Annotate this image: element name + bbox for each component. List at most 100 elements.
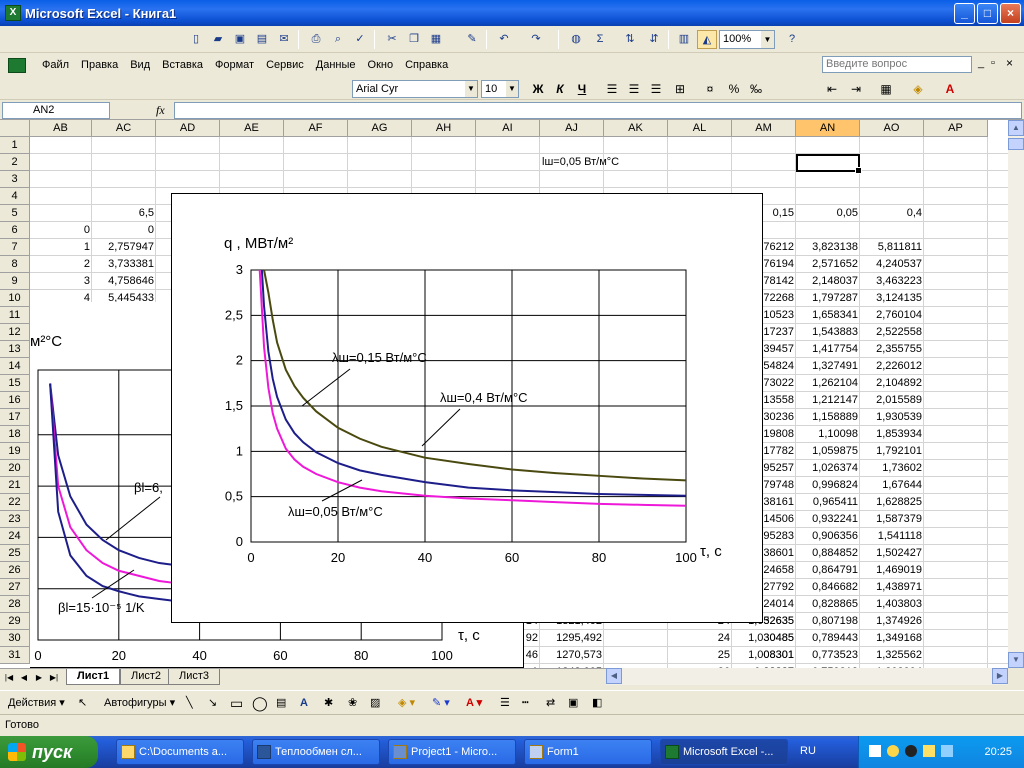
row-header[interactable]: 17	[0, 409, 30, 426]
column-header[interactable]: AO	[860, 120, 924, 137]
cell[interactable]: 2,104892	[860, 375, 924, 392]
scroll-right-icon[interactable]: ▶	[992, 668, 1008, 684]
print-icon[interactable]: ⎙	[306, 30, 326, 49]
cell[interactable]: 0,965411	[796, 494, 860, 511]
cell[interactable]: 0,807198	[796, 613, 860, 630]
cell[interactable]: 1,403803	[860, 596, 924, 613]
row-header[interactable]: 25	[0, 545, 30, 562]
row-header[interactable]: 15	[0, 375, 30, 392]
row-header[interactable]: 4	[0, 188, 30, 205]
cell[interactable]: 1,792101	[860, 443, 924, 460]
cell[interactable]: 2,148037	[796, 273, 860, 290]
row-header[interactable]: 21	[0, 477, 30, 494]
column-header[interactable]: AN	[796, 120, 860, 137]
bold-button[interactable]: Ж	[528, 80, 548, 98]
cell[interactable]: 25	[668, 647, 732, 664]
row-header[interactable]: 11	[0, 307, 30, 324]
cell[interactable]: 0,789443	[796, 630, 860, 647]
row-header[interactable]: 23	[0, 511, 30, 528]
cell[interactable]: 3,823138	[796, 239, 860, 256]
row-header[interactable]: 30	[0, 630, 30, 647]
doc-close-button[interactable]: ×	[1006, 56, 1013, 70]
vertical-scrollbar[interactable]: ▲ ▼	[1008, 120, 1024, 668]
maximize-button[interactable]: □	[977, 3, 998, 24]
sort-descending-icon[interactable]: ⇵	[644, 30, 664, 49]
row-header[interactable]: 1	[0, 137, 30, 154]
dash-style-icon[interactable]: ┅	[522, 695, 529, 712]
cell[interactable]: 1,541118	[860, 528, 924, 545]
cell[interactable]: 1,438971	[860, 579, 924, 596]
select-objects-icon[interactable]: ↖	[78, 695, 87, 712]
column-header[interactable]: AF	[284, 120, 348, 137]
cell[interactable]: 0	[92, 222, 156, 239]
workbook-icon[interactable]	[8, 57, 26, 73]
cell[interactable]: 1,158889	[796, 409, 860, 426]
doc-restore-button[interactable]: ▫	[991, 57, 995, 69]
task-excel[interactable]: Microsoft Excel -...	[660, 739, 788, 765]
row-header[interactable]: 16	[0, 392, 30, 409]
cell[interactable]: 0,932241	[796, 511, 860, 528]
scroll-left-icon[interactable]: ◀	[606, 668, 622, 684]
increase-indent-icon[interactable]: ⇥	[846, 80, 866, 98]
menu-tools[interactable]: Сервис	[260, 59, 310, 71]
vertical-scroll-thumb[interactable]	[1008, 138, 1024, 150]
menu-edit[interactable]: Правка	[75, 59, 124, 71]
sheet-tab-1[interactable]: Лист1	[66, 669, 121, 685]
row-header[interactable]: 13	[0, 341, 30, 358]
sheet-tab-2[interactable]: Лист2	[120, 669, 173, 685]
cell[interactable]: 1,026374	[796, 460, 860, 477]
formula-input[interactable]	[174, 102, 1022, 119]
select-all-corner[interactable]	[0, 120, 30, 137]
menu-data[interactable]: Данные	[310, 59, 362, 71]
row-header[interactable]: 8	[0, 256, 30, 273]
paste-icon[interactable]: ▦	[426, 30, 446, 49]
hyperlink-icon[interactable]: ◍	[566, 30, 586, 49]
open-icon[interactable]: ▰	[208, 30, 228, 49]
cell[interactable]: 2,015589	[860, 392, 924, 409]
column-header[interactable]: AC	[92, 120, 156, 137]
media-icon[interactable]	[905, 745, 917, 757]
line-color-icon[interactable]: ✎ ▾	[432, 695, 450, 712]
menu-window[interactable]: Окно	[362, 59, 400, 71]
autosum-icon[interactable]: Σ	[590, 30, 610, 49]
column-header[interactable]: AE	[220, 120, 284, 137]
row-header[interactable]: 12	[0, 324, 30, 341]
cell[interactable]: 1,587379	[860, 511, 924, 528]
row-header[interactable]: 2	[0, 154, 30, 171]
row-header[interactable]: 20	[0, 460, 30, 477]
cell-label[interactable]: lш=0,05 Вт/м°С	[542, 154, 672, 171]
currency-icon[interactable]: ¤	[700, 80, 720, 98]
row-header[interactable]: 3	[0, 171, 30, 188]
messenger-icon[interactable]	[887, 745, 899, 757]
drawing-toggle-icon[interactable]: ◭	[697, 30, 717, 49]
chart-heat-flux[interactable]: 0 20 40 60 80 100 0 0,5 1 1,5 2 2,5 3 q , МВт/м² τ, с λ…	[171, 193, 763, 623]
minimize-button[interactable]: _	[954, 3, 975, 24]
scroll-down-icon[interactable]: ▼	[1008, 652, 1024, 668]
column-header[interactable]: AH	[412, 120, 476, 137]
save-icon[interactable]: ▣	[230, 30, 250, 49]
cut-icon[interactable]: ✂	[382, 30, 402, 49]
network-icon[interactable]	[869, 745, 881, 757]
language-indicator[interactable]: RU	[800, 745, 816, 757]
sort-ascending-icon[interactable]: ⇅	[620, 30, 640, 49]
picture-icon[interactable]: ▨	[370, 695, 380, 712]
borders-icon[interactable]: ▦	[876, 80, 896, 98]
cell[interactable]: 1,10098	[796, 426, 860, 443]
task-documents[interactable]: C:\Documents a...	[116, 739, 244, 765]
sheet-tab-3[interactable]: Лист3	[168, 669, 221, 685]
clipart-icon[interactable]: ❀	[348, 695, 357, 712]
row-header[interactable]: 27	[0, 579, 30, 596]
cell[interactable]: 1,374926	[860, 613, 924, 630]
cell[interactable]: 2,571652	[796, 256, 860, 273]
task-project1[interactable]: Project1 - Micro...	[388, 739, 516, 765]
cell[interactable]: 1,325562	[860, 647, 924, 664]
cell[interactable]: 1,212147	[796, 392, 860, 409]
align-center-icon[interactable]: ☰	[624, 80, 644, 98]
line-icon[interactable]: ╲	[186, 695, 193, 712]
font-name-select[interactable]: Arial Cyr ▼	[352, 80, 478, 98]
email-icon[interactable]: ✉	[274, 30, 294, 49]
cell[interactable]: 3,733381	[92, 256, 156, 273]
cell[interactable]: 24	[668, 630, 732, 647]
column-header[interactable]: AI	[476, 120, 540, 137]
row-header[interactable]: 10	[0, 290, 30, 307]
